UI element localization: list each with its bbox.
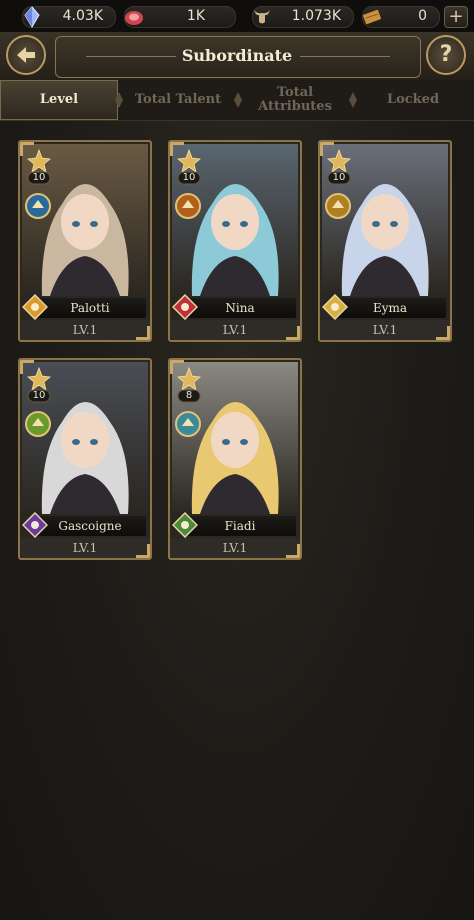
element-icon: [22, 294, 48, 320]
tab-divider-icon: [349, 92, 357, 108]
character-name: Eyma: [372, 301, 408, 315]
character-name: Nina: [225, 301, 255, 315]
helmet-resource: 1.073K: [252, 6, 354, 28]
character-card[interactable]: 10 Palotti LV.1: [18, 140, 152, 342]
wood-plank-icon: [363, 9, 381, 25]
star-count: 10: [32, 390, 46, 401]
crystal-icon: [24, 6, 40, 28]
class-badge-icon: [175, 411, 201, 437]
character-name: Fiadi: [224, 519, 256, 533]
star-count: 10: [32, 172, 46, 183]
tab-total-talent[interactable]: Total Talent: [118, 80, 238, 120]
meat-resource: 1K: [124, 6, 236, 28]
star-count: 10: [332, 172, 346, 183]
element-icon: [172, 294, 198, 320]
wood-resource: 0: [362, 6, 440, 28]
character-name: Palotti: [70, 301, 110, 315]
character-level: LV.1: [72, 323, 98, 337]
tab-bar: Level Total Talent Total Attributes Lock…: [0, 80, 474, 121]
tab-level[interactable]: Level: [0, 80, 118, 120]
element-icon: [172, 512, 198, 538]
class-badge-icon: [25, 411, 51, 437]
tab-locked[interactable]: Locked: [352, 80, 474, 120]
class-badge-icon: [25, 193, 51, 219]
star-count: 10: [182, 172, 196, 183]
corner-ornament-icon: [20, 360, 34, 374]
character-level: LV.1: [372, 323, 398, 337]
character-card[interactable]: 10 Eyma LV.1: [318, 140, 452, 342]
character-level: LV.1: [222, 323, 248, 337]
tab-divider-icon: [115, 92, 123, 108]
character-level: LV.1: [72, 541, 98, 555]
corner-ornament-icon: [320, 142, 334, 156]
meat-icon: [125, 11, 143, 25]
class-badge-icon: [175, 193, 201, 219]
back-button[interactable]: [6, 35, 46, 75]
horned-helmet-icon: [254, 10, 270, 24]
page-title: Subordinate: [181, 46, 293, 65]
corner-ornament-icon: [436, 326, 450, 340]
wood-amount: 0: [418, 8, 427, 24]
corner-ornament-icon: [136, 544, 150, 558]
back-arrow-icon: [17, 47, 35, 63]
character-level: LV.1: [222, 541, 248, 555]
character-card[interactable]: 10 Gascoigne LV.1: [18, 358, 152, 560]
character-name: Gascoigne: [58, 519, 122, 533]
character-card[interactable]: 8 Fiadi LV.1: [168, 358, 302, 560]
corner-ornament-icon: [286, 326, 300, 340]
corner-ornament-icon: [170, 142, 184, 156]
corner-ornament-icon: [170, 360, 184, 374]
resource-bar: 4.03K 1K 1.073K 0 +: [0, 0, 474, 32]
class-badge-icon: [325, 193, 351, 219]
tab-divider-icon: [234, 92, 242, 108]
corner-ornament-icon: [20, 142, 34, 156]
helmet-amount: 1.073K: [291, 8, 341, 24]
question-icon: ?: [439, 42, 453, 67]
corner-ornament-icon: [286, 544, 300, 558]
add-resource-button[interactable]: +: [444, 6, 468, 28]
meat-amount: 1K: [186, 8, 205, 24]
crystal-amount: 4.03K: [62, 8, 103, 24]
help-button[interactable]: ?: [426, 35, 466, 75]
element-icon: [22, 512, 48, 538]
corner-ornament-icon: [136, 326, 150, 340]
element-icon: [322, 294, 348, 320]
crystal-resource: 4.03K: [22, 6, 116, 28]
star-count: 8: [185, 390, 193, 401]
character-card[interactable]: 10 Nina LV.1: [168, 140, 302, 342]
tab-total-attributes[interactable]: Total Attributes: [238, 80, 352, 120]
